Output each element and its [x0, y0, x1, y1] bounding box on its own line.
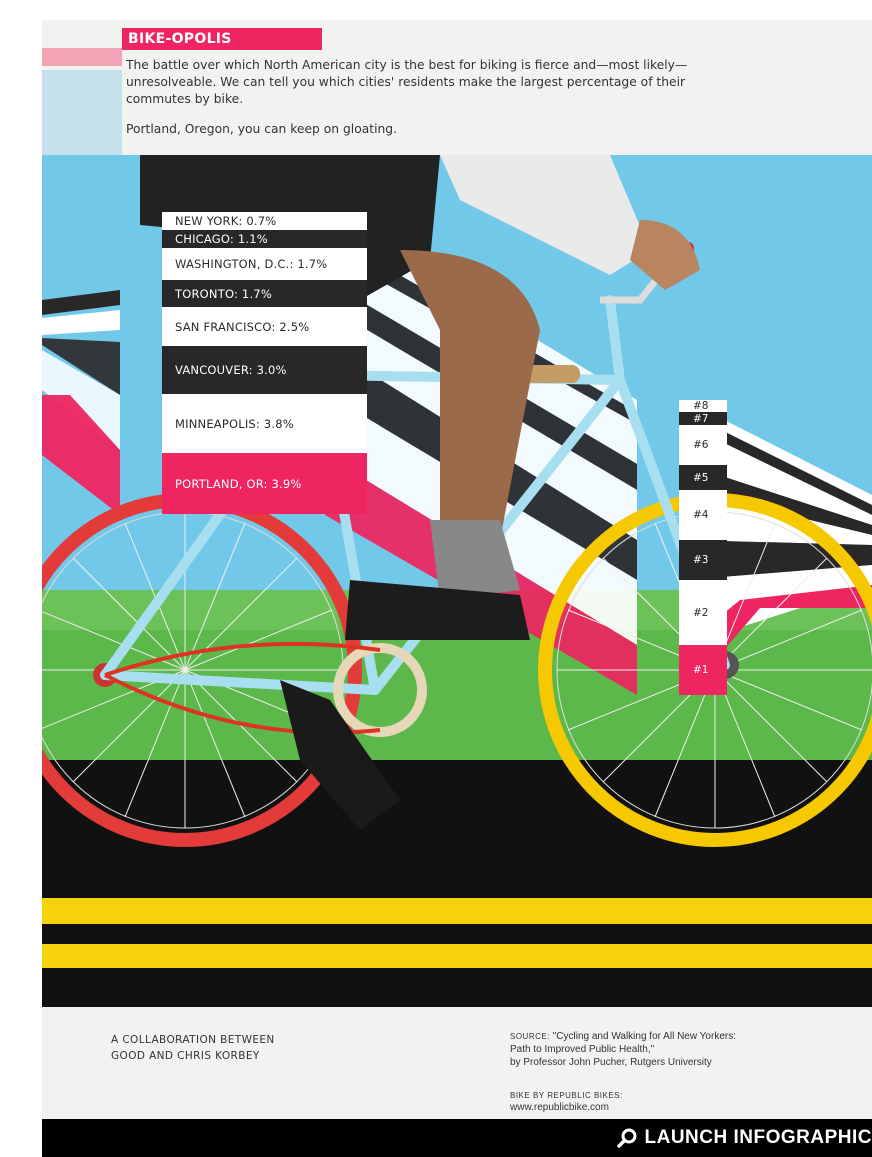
rank-7: #7 [679, 412, 727, 425]
rank-label: #6 [693, 439, 709, 451]
city-washington: WASHINGTON, D.C.: 1.7% [162, 248, 367, 280]
city-portland: PORTLAND, OR: 3.9% [162, 453, 367, 514]
rank-6: #6 [679, 425, 727, 465]
rank-label: #7 [693, 412, 709, 425]
page-title: BIKE-OPOLIS [122, 28, 322, 50]
source-label: SOURCE: [510, 1032, 550, 1041]
city-label: VANCOUVER: 3.0% [175, 363, 287, 377]
road-line-top [42, 898, 872, 924]
rank-2: #2 [679, 580, 727, 645]
intro-text: The battle over which North American cit… [126, 58, 688, 106]
city-label: NEW YORK: 0.7% [175, 214, 277, 228]
rank-3: #3 [679, 540, 727, 580]
search-icon [616, 1128, 637, 1148]
city-toronto: TORONTO: 1.7% [162, 280, 367, 307]
city-label: MINNEAPOLIS: 3.8% [175, 416, 294, 431]
bike-credit: BIKE BY REPUBLIC BIKES: www.republicbike… [510, 1090, 840, 1114]
city-label: TORONTO: 1.7% [175, 286, 272, 301]
city-label: SAN FRANCISCO: 2.5% [175, 319, 310, 334]
city-label: CHICAGO: 1.1% [175, 232, 268, 246]
infographic-page: BIKE-OPOLIS The battle over which North … [0, 0, 872, 1157]
rank-8: #8 [679, 400, 727, 412]
source-text: "Cycling and Walking for All New Yorkers… [552, 1031, 736, 1042]
collaboration-credit: A COLLABORATION BETWEEN GOOD AND CHRIS K… [111, 1032, 371, 1064]
collab-line-2: GOOD AND CHRIS KORBEY [111, 1050, 260, 1062]
bike-credit-url[interactable]: www.republicbike.com [510, 1102, 609, 1113]
header-ribbon-pink [42, 48, 122, 66]
rank-label: #1 [693, 664, 709, 676]
cyclist-scene: NEW YORK: 0.7% CHICAGO: 1.1% WASHINGTON,… [42, 155, 872, 1007]
rank-label: #4 [693, 509, 709, 521]
rank-label: #5 [693, 471, 709, 484]
outro-text: Portland, Oregon, you can keep on gloati… [126, 122, 397, 136]
city-minneapolis: MINNEAPOLIS: 3.8% [162, 394, 367, 453]
source-line-2: Path to Improved Public Health," [510, 1044, 655, 1055]
rank-label: #8 [693, 400, 709, 412]
road [42, 760, 872, 1007]
launch-infographic-button[interactable]: LAUNCH INFOGRAPHIC [616, 1119, 872, 1157]
rank-5: #5 [679, 465, 727, 490]
rank-label: #2 [693, 606, 709, 619]
rank-4: #4 [679, 490, 727, 540]
city-new-york: NEW YORK: 0.7% [162, 212, 367, 230]
rank-1: #1 [679, 645, 727, 695]
launch-label: LAUNCH INFOGRAPHIC [644, 1127, 872, 1148]
collab-line-1: A COLLABORATION BETWEEN [111, 1034, 275, 1046]
launch-bar: LAUNCH INFOGRAPHIC [42, 1119, 872, 1157]
road-line-bottom [42, 944, 872, 968]
header-ribbon-blue [42, 70, 122, 155]
city-label: PORTLAND, OR: 3.9% [175, 476, 302, 491]
source-citation: SOURCE: "Cycling and Walking for All New… [510, 1030, 840, 1069]
city-vancouver: VANCOUVER: 3.0% [162, 346, 367, 394]
city-san-francisco: SAN FRANCISCO: 2.5% [162, 307, 367, 346]
source-line-3: by Professor John Pucher, Rutgers Univer… [510, 1057, 712, 1068]
bike-credit-label: BIKE BY REPUBLIC BIKES: [510, 1091, 623, 1100]
city-chicago: CHICAGO: 1.1% [162, 230, 367, 248]
city-label: WASHINGTON, D.C.: 1.7% [175, 257, 328, 271]
rank-label: #3 [693, 554, 709, 566]
